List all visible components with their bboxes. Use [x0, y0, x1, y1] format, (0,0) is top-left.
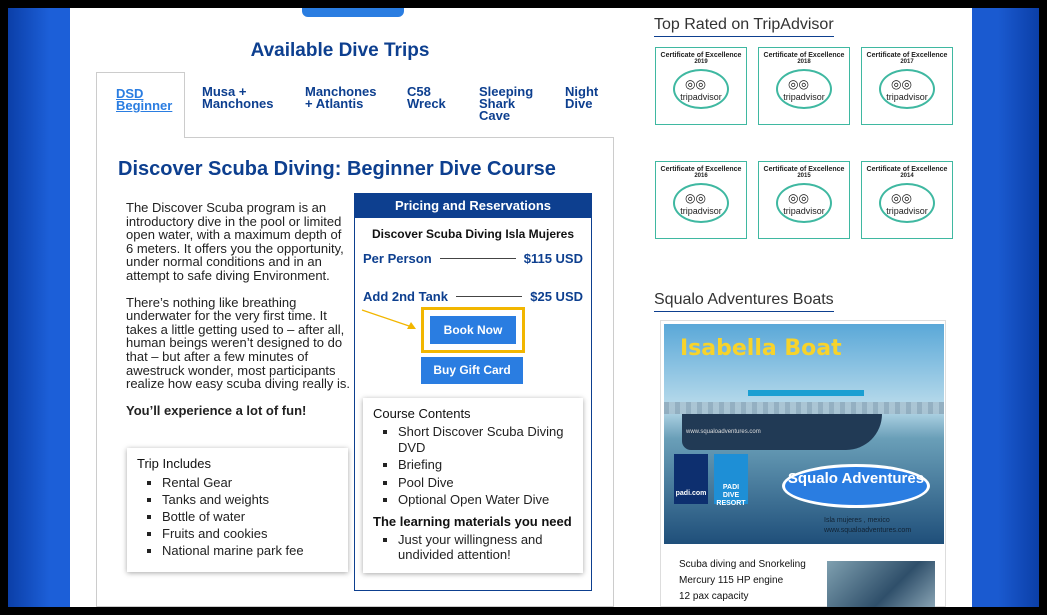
logo-url: www.squaloadventures.com — [824, 527, 912, 534]
list-item: Briefing — [398, 457, 573, 473]
tripadvisor-logo-text: tripadvisor — [886, 92, 928, 102]
trip-includes-list: Rental Gear Tanks and weights Bottle of … — [137, 474, 338, 559]
tripadvisor-logo-text: tripadvisor — [783, 206, 825, 216]
boat-spec-line: Mercury 115 HP engine — [679, 575, 784, 586]
tripadvisor-owl-icon: ◎◎ tripadvisor — [673, 183, 729, 223]
padi-logo: padi.com — [674, 454, 708, 504]
tab-c58-wreck[interactable]: C58 Wreck — [407, 85, 453, 110]
boat-image: Isabella Boat www.squaloadventures.com p… — [664, 324, 944, 544]
tripadvisor-title: Top Rated on TripAdvisor — [654, 16, 834, 37]
book-now-highlight: Book Now — [421, 307, 525, 353]
list-item: National marine park fee — [162, 542, 338, 559]
certificate-year: 2018 — [797, 59, 811, 65]
pricing-subtitle: Discover Scuba Diving Isla Mujeres — [371, 227, 575, 241]
tripadvisor-owl-icon: ◎◎ tripadvisor — [673, 69, 729, 109]
course-title: Discover Scuba Diving: Beginner Dive Cou… — [118, 158, 556, 180]
learning-materials-list: Just your willingness and undivided atte… — [373, 532, 573, 563]
tab-musa-manchones[interactable]: Musa + Manchones — [202, 85, 282, 110]
certificate-label: Certificate of Excellence — [660, 166, 742, 173]
trip-includes-title: Trip Includes — [137, 456, 211, 471]
certificate-label: Certificate of Excellence — [763, 52, 845, 59]
tab-sleeping-shark-cave[interactable]: Sleeping Shark Cave — [479, 85, 539, 122]
boat-name: Isabella Boat — [680, 336, 842, 361]
top-button-fragment[interactable] — [302, 8, 404, 17]
section-title: Available Dive Trips — [250, 40, 430, 61]
list-item: Rental Gear — [162, 474, 338, 491]
price-divider — [455, 296, 523, 297]
price-label: Add 2nd Tank — [363, 289, 448, 304]
boat-card[interactable]: Isabella Boat www.squaloadventures.com p… — [660, 320, 946, 607]
certificate-label: Certificate of Excellence — [866, 166, 948, 173]
list-item: Just your willingness and undivided atte… — [398, 532, 573, 563]
certificate-year: 2016 — [694, 173, 708, 179]
trip-includes-box: Trip Includes Rental Gear Tanks and weig… — [127, 448, 348, 572]
price-row-per-person: Per Person $115 USD — [363, 251, 583, 266]
tab-dsd-beginner[interactable]: DSD Beginner — [96, 72, 185, 138]
tripadvisor-logo-text: tripadvisor — [680, 92, 722, 102]
tab-night-dive[interactable]: Night Dive — [565, 85, 609, 110]
boat-spec-line: Scuba diving and Snorkeling — [679, 559, 806, 570]
page: Available Dive Trips DSD Beginner Musa +… — [70, 8, 972, 607]
dive-trip-tabs: DSD Beginner Musa + Manchones Manchones … — [96, 72, 613, 138]
tripadvisor-logo-text: tripadvisor — [783, 92, 825, 102]
book-now-button[interactable]: Book Now — [430, 316, 516, 344]
boat-thumbnail-photo — [827, 561, 935, 607]
list-item: Fruits and cookies — [162, 525, 338, 542]
pricing-header: Pricing and Reservations — [355, 194, 591, 218]
logo-location: Isla mujeres , mexico — [824, 517, 890, 524]
certificate-year: 2019 — [694, 59, 708, 65]
skyline-graphic — [664, 402, 944, 414]
certificate-badge[interactable]: Certificate of Excellence 2017 ◎◎ tripadv… — [861, 47, 953, 125]
list-item: Optional Open Water Dive — [398, 492, 573, 508]
list-item: Bottle of water — [162, 508, 338, 525]
course-description: The Discover Scuba program is an introdu… — [126, 201, 352, 430]
price-value: $25 USD — [530, 289, 583, 304]
boat-specs: Scuba diving and Snorkeling Mercury 115 … — [679, 557, 806, 605]
certificate-year: 2015 — [797, 173, 811, 179]
course-contents-title: Course Contents — [373, 406, 471, 421]
description-paragraph: There’s nothing like breathing underwate… — [126, 294, 350, 392]
tripadvisor-owl-icon: ◎◎ tripadvisor — [879, 69, 935, 109]
list-item: Pool Dive — [398, 475, 573, 491]
tripadvisor-owl-icon: ◎◎ tripadvisor — [879, 183, 935, 223]
certificate-badge[interactable]: Certificate of Excellence 2016 ◎◎ tripadv… — [655, 161, 747, 239]
pricing-panel: Pricing and Reservations Discover Scuba … — [354, 193, 592, 591]
course-contents-box: Course Contents Short Discover Scuba Div… — [363, 398, 583, 573]
squalo-adventures-logo: Squalo Adventures — [782, 464, 930, 508]
price-row-second-tank: Add 2nd Tank $25 USD — [363, 289, 583, 304]
tripadvisor-logo-text: tripadvisor — [680, 206, 722, 216]
boat-spec-line: 12 pax capacity — [679, 591, 749, 602]
certificate-badge[interactable]: Certificate of Excellence 2018 ◎◎ tripadv… — [758, 47, 850, 125]
boat-hull-url: www.squaloadventures.com — [686, 429, 761, 435]
certificate-label: Certificate of Excellence — [660, 52, 742, 59]
price-label: Per Person — [363, 251, 432, 266]
certificate-label: Certificate of Excellence — [763, 166, 845, 173]
description-paragraph: The Discover Scuba program is an introdu… — [126, 200, 344, 283]
certificate-badge[interactable]: Certificate of Excellence 2014 ◎◎ tripadv… — [861, 161, 953, 239]
tripadvisor-owl-icon: ◎◎ tripadvisor — [776, 69, 832, 109]
tab-manchones-atlantis[interactable]: Manchones + Atlantis — [305, 85, 387, 110]
price-value: $115 USD — [523, 251, 583, 266]
tripadvisor-logo-text: tripadvisor — [886, 206, 928, 216]
tripadvisor-owl-icon: ◎◎ tripadvisor — [776, 183, 832, 223]
boats-title: Squalo Adventures Boats — [654, 291, 834, 312]
screenshot-frame: Available Dive Trips DSD Beginner Musa +… — [8, 8, 1039, 607]
list-item: Tanks and weights — [162, 491, 338, 508]
learning-materials-title: The learning materials you need — [373, 513, 572, 529]
fun-statement: You’ll experience a lot of fun! — [126, 402, 307, 418]
certificate-label: Certificate of Excellence — [866, 52, 948, 59]
course-contents-list: Short Discover Scuba Diving DVD Briefing… — [373, 424, 573, 508]
certificate-badge[interactable]: Certificate of Excellence 2019 ◎◎ tripadv… — [655, 47, 747, 125]
list-item: Short Discover Scuba Diving DVD — [398, 424, 573, 455]
buy-gift-card-button[interactable]: Buy Gift Card — [421, 357, 523, 384]
certificate-year: 2014 — [900, 173, 914, 179]
certificate-year: 2017 — [900, 59, 914, 65]
boat-canopy-graphic — [748, 390, 864, 396]
certificate-badge[interactable]: Certificate of Excellence 2015 ◎◎ tripadv… — [758, 161, 850, 239]
price-divider — [439, 258, 516, 259]
dive-resort-logo: PADI DIVE RESORT — [714, 454, 748, 507]
